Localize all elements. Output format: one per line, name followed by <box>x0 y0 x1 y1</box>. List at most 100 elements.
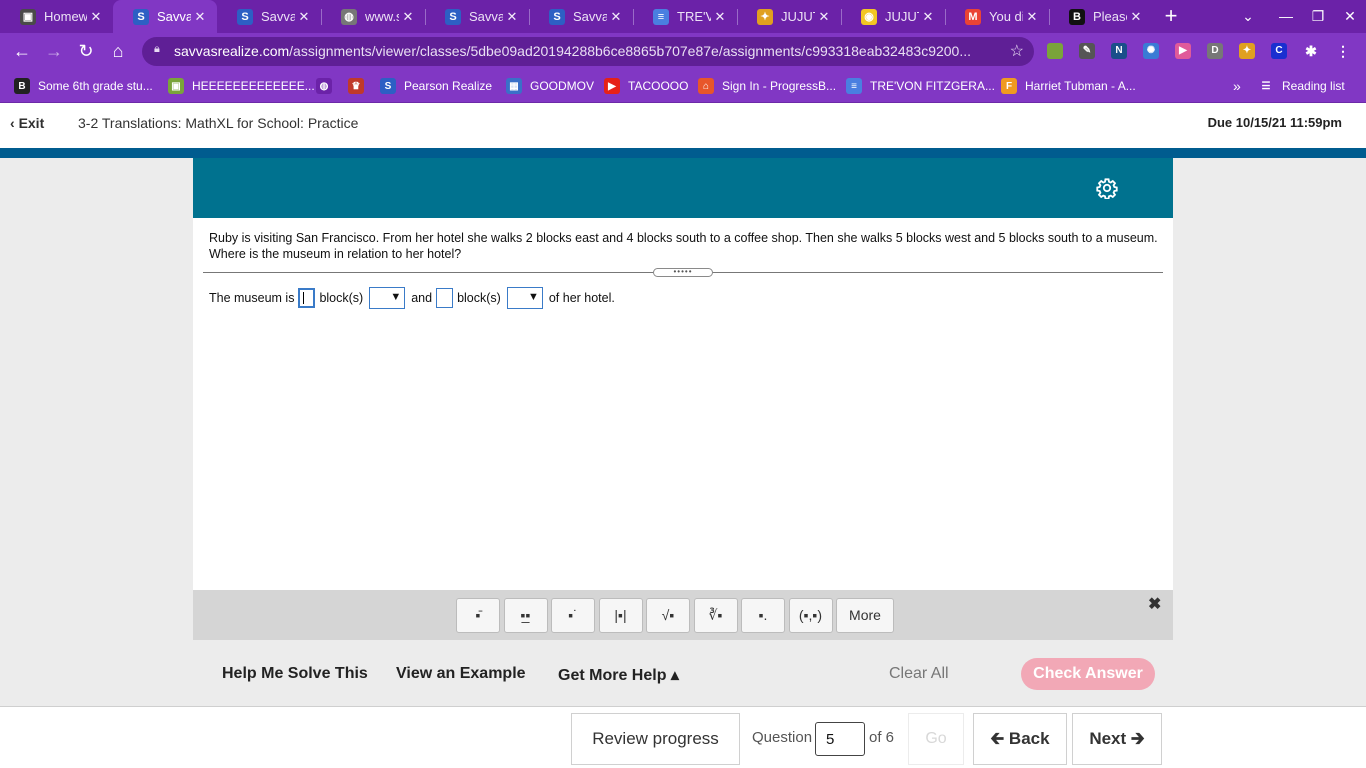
bookmark-label: HEEEEEEEEEEEEE... <box>192 79 315 93</box>
tab-search-icon[interactable]: ⌄ <box>1236 4 1260 28</box>
browser-tab[interactable]: S Savvas✕ <box>529 0 633 33</box>
palette-button-decimal-icon[interactable]: ▪. <box>741 598 785 633</box>
check-answer-button[interactable]: Check Answer <box>1021 658 1155 690</box>
palette-button-absolute-value-icon[interactable]: |▪| <box>598 598 643 633</box>
tab-close-icon[interactable]: ✕ <box>87 9 105 25</box>
palette-button-mixed-number-icon[interactable]: ▪̲▪ <box>503 598 548 633</box>
browser-tab[interactable]: ◉ JUJUT✕ <box>841 0 945 33</box>
browser-tab[interactable]: ▣ Homew ✕ <box>0 0 113 33</box>
exit-button[interactable]: ‹ Exit <box>10 115 44 131</box>
pane-resize-handle[interactable]: ••••• <box>653 268 713 277</box>
reload-icon[interactable]: ↻ <box>74 39 98 63</box>
tab-close-icon[interactable]: ✕ <box>191 9 209 25</box>
more-bookmarks-icon[interactable]: » <box>1233 69 1241 103</box>
bookmark-item[interactable]: ▣ HEEEEEEEEEEEEE... <box>168 69 315 103</box>
next-button[interactable]: Next 🡲 <box>1072 713 1162 765</box>
palette-button-ordered-pair-icon[interactable]: (▪,▪) <box>788 598 833 633</box>
reading-list-icon: ☰ <box>1261 80 1271 92</box>
minimize-icon[interactable]: — <box>1274 4 1298 28</box>
browser-tab[interactable]: S Savvas✕ <box>113 0 217 33</box>
bookmark-item[interactable]: ≡ TRE'VON FITZGERA... <box>846 69 995 103</box>
bookmark-star-icon[interactable]: ☆ <box>1010 41 1024 61</box>
get-more-help-button[interactable]: Get More Help ▴ <box>558 665 679 685</box>
question-toolbar <box>193 158 1173 218</box>
question-label: Question <box>752 729 813 746</box>
review-progress-button[interactable]: Review progress <box>571 713 740 765</box>
extension-icon-2[interactable]: ✎ <box>1079 43 1095 59</box>
tab-close-icon[interactable]: ✕ <box>1023 9 1041 25</box>
palette-button-fraction-icon[interactable]: ▪̄ <box>456 598 500 633</box>
gear-icon[interactable] <box>1096 177 1118 199</box>
palette-more-button[interactable]: More <box>836 598 894 633</box>
close-window-icon[interactable]: ✕ <box>1338 4 1362 28</box>
tab-title: Savvas <box>261 9 295 24</box>
bookmark-item[interactable]: ◍ <box>316 69 340 103</box>
bookmark-label: GOODMOV <box>530 79 595 93</box>
bookmark-item[interactable]: ▶ TACOOOO <box>604 69 688 103</box>
tab-close-icon[interactable]: ✕ <box>607 9 625 25</box>
browser-tab[interactable]: B Please✕ <box>1049 0 1153 33</box>
extension-icon-3[interactable]: N <box>1111 43 1127 59</box>
go-button[interactable]: Go <box>908 713 964 765</box>
palette-button-square-root-icon[interactable]: √▪ <box>646 598 690 633</box>
tab-close-icon[interactable]: ✕ <box>919 9 937 25</box>
direction-dropdown-2[interactable]: ▼ <box>506 287 543 309</box>
question-number-input[interactable] <box>815 722 865 756</box>
browser-tab[interactable]: ≡ TRE'VO✕ <box>633 0 737 33</box>
extension-icon-4[interactable]: ✺ <box>1143 43 1159 59</box>
browser-tab[interactable]: M You dic✕ <box>945 0 1049 33</box>
palette-button-exponent-icon[interactable]: ▪˙ <box>551 598 595 633</box>
home-icon[interactable]: ⌂ <box>106 39 130 63</box>
tab-close-icon[interactable]: ✕ <box>503 9 521 25</box>
restore-icon[interactable]: ❐ <box>1306 4 1330 28</box>
address-bar[interactable]: 🔒︎ savvasrealize.com/assignments/viewer/… <box>142 37 1034 66</box>
tab-close-icon[interactable]: ✕ <box>711 9 729 25</box>
tab-close-icon[interactable]: ✕ <box>399 9 417 25</box>
help-me-solve-button[interactable]: Help Me Solve This <box>222 665 368 683</box>
extension-icon-5[interactable]: ▶ <box>1175 43 1191 59</box>
browser-tab[interactable]: ◍ www.sa✕ <box>321 0 425 33</box>
tab-title: Savvas <box>573 9 607 24</box>
clear-all-button[interactable]: Clear All <box>889 665 949 683</box>
tab-separator <box>633 9 634 25</box>
extension-icon-6[interactable]: D <box>1207 43 1223 59</box>
direction-dropdown-1[interactable]: ▼ <box>369 287 406 309</box>
bookmark-label: Pearson Realize <box>404 79 493 93</box>
tab-close-icon[interactable]: ✕ <box>815 9 833 25</box>
bookmark-item[interactable]: ▦ GOODMOV <box>506 69 594 103</box>
bookmark-favicon-icon: S <box>380 78 396 94</box>
back-button[interactable]: 🡰 Back <box>973 713 1067 765</box>
browser-tab[interactable]: S Savvas✕ <box>217 0 321 33</box>
palette-button-cube-root-icon[interactable]: ∛▪ <box>693 598 738 633</box>
tab-title: JUJUT <box>885 9 919 24</box>
forward-arrow-icon[interactable]: → <box>42 39 66 63</box>
palette-close-icon[interactable]: ✖ <box>1148 594 1161 614</box>
bookmark-item[interactable]: ⌂ Sign In - ProgressB... <box>698 69 836 103</box>
blocks-input-1[interactable] <box>298 288 316 308</box>
due-date: Due 10/15/21 11:59pm <box>1207 115 1342 130</box>
tab-close-icon[interactable]: ✕ <box>295 9 313 25</box>
bookmark-item[interactable]: ♛ <box>348 69 372 103</box>
extension-icon-8[interactable]: C <box>1271 43 1287 59</box>
address-url[interactable]: savvasrealize.com/assignments/viewer/cla… <box>174 37 994 66</box>
browser-menu-icon[interactable]: ⋮ <box>1335 43 1351 59</box>
unit-label-2: block(s) <box>457 291 501 305</box>
bookmark-item[interactable]: S Pearson Realize <box>380 69 492 103</box>
extensions-puzzle-icon[interactable]: ✱ <box>1303 43 1319 59</box>
browser-tab[interactable]: S Savvas✕ <box>425 0 529 33</box>
tab-close-icon[interactable]: ✕ <box>1127 9 1145 25</box>
bookmark-item[interactable]: B Some 6th grade stu... <box>14 69 153 103</box>
tab-separator <box>321 9 322 25</box>
back-arrow-icon[interactable]: ← <box>10 39 34 63</box>
blocks-input-2[interactable] <box>436 288 454 308</box>
reading-list-button[interactable]: ☰ Reading list <box>1258 69 1345 103</box>
view-example-button[interactable]: View an Example <box>396 665 526 683</box>
tab-separator <box>529 9 530 25</box>
bookmark-favicon-icon: F <box>1001 78 1017 94</box>
browser-tab[interactable]: ✦ JUJUT✕ <box>737 0 841 33</box>
bookmark-label: Harriet Tubman - A... <box>1025 79 1136 93</box>
new-tab-button[interactable]: + <box>1160 4 1182 28</box>
bookmark-item[interactable]: F Harriet Tubman - A... <box>1001 69 1136 103</box>
extension-icon-7[interactable]: ✦ <box>1239 43 1255 59</box>
extension-icon-1[interactable] <box>1047 43 1063 59</box>
